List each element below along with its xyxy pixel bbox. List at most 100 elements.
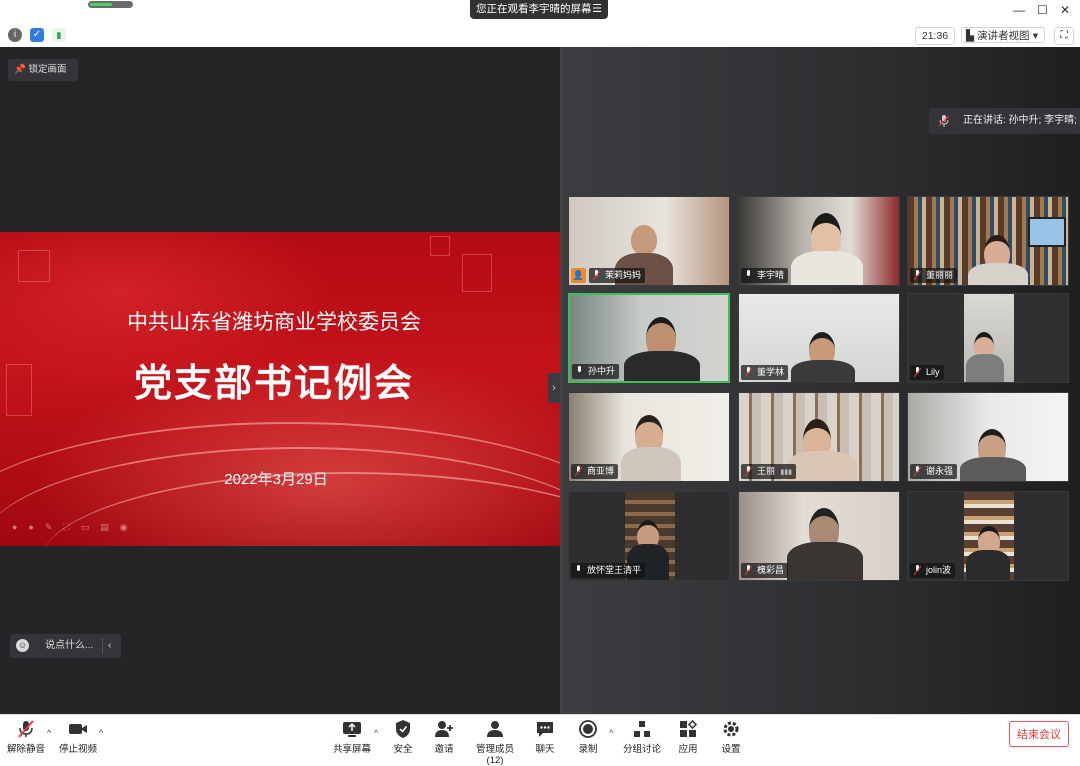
- invite-label: 邀请: [434, 744, 454, 755]
- viewing-banner[interactable]: 您正在观看李宇晴的屏幕 ☰: [470, 0, 608, 19]
- microphone-muted-icon: [18, 720, 34, 738]
- lock-screen-label: 锁定画面: [28, 64, 67, 75]
- video-tile[interactable]: 👤 茉莉妈妈: [568, 196, 730, 286]
- stop-video-button[interactable]: 停止视频: [58, 719, 98, 755]
- menu-icon[interactable]: ☰: [592, 0, 602, 19]
- participant-name: 孙中升: [588, 366, 616, 376]
- participant-label: 商亚博: [571, 464, 619, 479]
- security-label: 安全: [393, 744, 413, 755]
- video-tile[interactable]: 槐彩昌: [738, 491, 900, 581]
- participant-label: 茉莉妈妈: [589, 268, 646, 283]
- lock-screen-button[interactable]: 📌 锁定画面: [8, 59, 78, 81]
- security-button[interactable]: 安全: [388, 719, 418, 755]
- share-options-caret[interactable]: ^: [374, 728, 378, 738]
- video-tile[interactable]: Lily: [907, 293, 1069, 383]
- share-screen-button[interactable]: 共享屏幕: [333, 719, 371, 755]
- host-icon: 👤: [571, 268, 586, 283]
- manage-participants-label: 管理成员(12): [475, 744, 514, 766]
- title-bar: 您正在观看李宇晴的屏幕 ☰ — ☐ ✕: [0, 0, 1080, 24]
- emoji-icon[interactable]: ☺: [16, 639, 29, 652]
- slide-title: 党支部书记例会: [133, 360, 414, 405]
- record-label: 录制: [578, 744, 598, 755]
- manage-participants-button[interactable]: 管理成员(12): [468, 719, 522, 766]
- quick-chat-box[interactable]: ☺ 说点什么... ‹: [10, 634, 121, 658]
- slide-date: 2022年3月29日: [224, 471, 328, 488]
- fullscreen-button[interactable]: ⛶: [1054, 27, 1074, 45]
- video-tile[interactable]: jolin波: [907, 491, 1069, 581]
- participant-name: jolin波: [926, 565, 952, 575]
- participant-label: 王丽 ▮▮▮: [741, 464, 797, 479]
- video-tile[interactable]: 商亚博: [568, 392, 730, 482]
- video-tile[interactable]: 放怀堂王清平: [568, 491, 730, 581]
- unmute-button[interactable]: 解除静音: [6, 719, 46, 755]
- shield-icon: [396, 720, 410, 738]
- participant-label: 槐彩昌: [741, 563, 789, 578]
- participant-label: 谢永强: [910, 464, 958, 479]
- settings-label: 设置: [721, 744, 741, 755]
- participant-label: 董学林: [741, 365, 789, 380]
- video-tile[interactable]: 董丽丽: [907, 196, 1069, 286]
- speaking-indicator: 正在讲话: 孙中升; 李宇晴; 放: [929, 108, 1080, 134]
- microphone-icon: [939, 115, 949, 127]
- participant-name: 放怀堂王清平: [587, 565, 642, 575]
- collapse-chat-icon[interactable]: ‹: [108, 634, 111, 658]
- participant-label: jolin波: [910, 563, 956, 578]
- participant-label: 孙中升: [572, 364, 620, 379]
- participant-name: 王丽: [757, 466, 776, 476]
- meeting-toolbar: 解除静音 ^ 停止视频 ^ 共享屏幕 ^ 安全 邀请 管理成员(12) 聊天 录…: [0, 714, 1080, 766]
- chat-icon: [537, 722, 553, 737]
- invite-button[interactable]: 邀请: [429, 719, 459, 755]
- video-tile[interactable]: 董学林: [738, 293, 900, 383]
- participant-label: 放怀堂王清平: [571, 563, 646, 578]
- video-tile[interactable]: 王丽 ▮▮▮: [738, 392, 900, 482]
- maximize-button[interactable]: ☐: [1037, 3, 1048, 17]
- record-icon: [579, 720, 597, 738]
- record-button[interactable]: 录制: [573, 719, 603, 755]
- meeting-clock: 21:36: [915, 27, 955, 45]
- participant-label: 董丽丽: [910, 268, 958, 283]
- chevron-right-icon: ›: [552, 382, 556, 394]
- participant-name: 商亚博: [587, 466, 615, 476]
- record-options-caret[interactable]: ^: [609, 728, 613, 738]
- end-meeting-button[interactable]: 结束会议: [1009, 721, 1069, 747]
- shared-screen-pane: 📌 锁定画面 中共山东省潍坊商业学校委员会 党支部书记例会 2022年3月29日…: [0, 47, 560, 714]
- signal-icon[interactable]: ▮: [52, 28, 66, 42]
- meeting-main-area: 📌 锁定画面 中共山东省潍坊商业学校委员会 党支部书记例会 2022年3月29日…: [0, 47, 1080, 714]
- chat-button[interactable]: 聊天: [530, 719, 560, 755]
- info-icon[interactable]: i: [8, 28, 22, 42]
- apps-button[interactable]: 应用: [673, 719, 703, 755]
- chevron-down-icon: ▾: [1032, 30, 1038, 42]
- participant-name: Lily: [926, 367, 940, 377]
- pin-icon: 📌: [14, 64, 26, 75]
- participant-label: Lily: [910, 365, 944, 380]
- video-options-caret[interactable]: ^: [99, 728, 103, 738]
- close-button[interactable]: ✕: [1060, 3, 1070, 17]
- share-screen-label: 共享屏幕: [333, 744, 372, 755]
- participant-name: 谢永强: [926, 466, 954, 476]
- view-mode-button[interactable]: ▙ 演讲者视图 ▾: [961, 27, 1045, 43]
- settings-button[interactable]: 设置: [716, 719, 746, 755]
- apps-icon: [680, 719, 698, 737]
- shield-icon[interactable]: ✓: [30, 28, 44, 42]
- video-tile[interactable]: 谢永强: [907, 392, 1069, 482]
- stop-video-label: 停止视频: [58, 744, 97, 755]
- video-tile[interactable]: 李宇晴: [738, 196, 900, 286]
- minimize-button[interactable]: —: [1013, 3, 1025, 17]
- speaking-text: 正在讲话: 孙中升; 李宇晴; 放: [963, 115, 1080, 126]
- chat-label: 聊天: [535, 744, 555, 755]
- viewing-banner-text: 您正在观看李宇晴的屏幕: [476, 3, 592, 15]
- chat-placeholder[interactable]: 说点什么...: [45, 634, 93, 658]
- gear-icon: [723, 721, 739, 737]
- video-tile-active[interactable]: 孙中升: [568, 293, 730, 383]
- participant-name: 李宇晴: [757, 270, 785, 280]
- unmute-label: 解除静音: [6, 744, 45, 755]
- breakout-rooms-button[interactable]: 分组讨论: [622, 719, 662, 755]
- participant-label: 李宇晴: [741, 268, 789, 283]
- audio-options-caret[interactable]: ^: [47, 728, 51, 738]
- breakout-rooms-label: 分组讨论: [622, 744, 661, 755]
- slide-expand-handle[interactable]: ›: [548, 373, 560, 403]
- apps-label: 应用: [678, 744, 698, 755]
- slide-toolbar-icons: ●●✎⛶▭▤◉: [12, 522, 139, 532]
- view-mode-label: 演讲者视图: [977, 30, 1030, 42]
- fullscreen-icon: ⛶: [1060, 30, 1068, 41]
